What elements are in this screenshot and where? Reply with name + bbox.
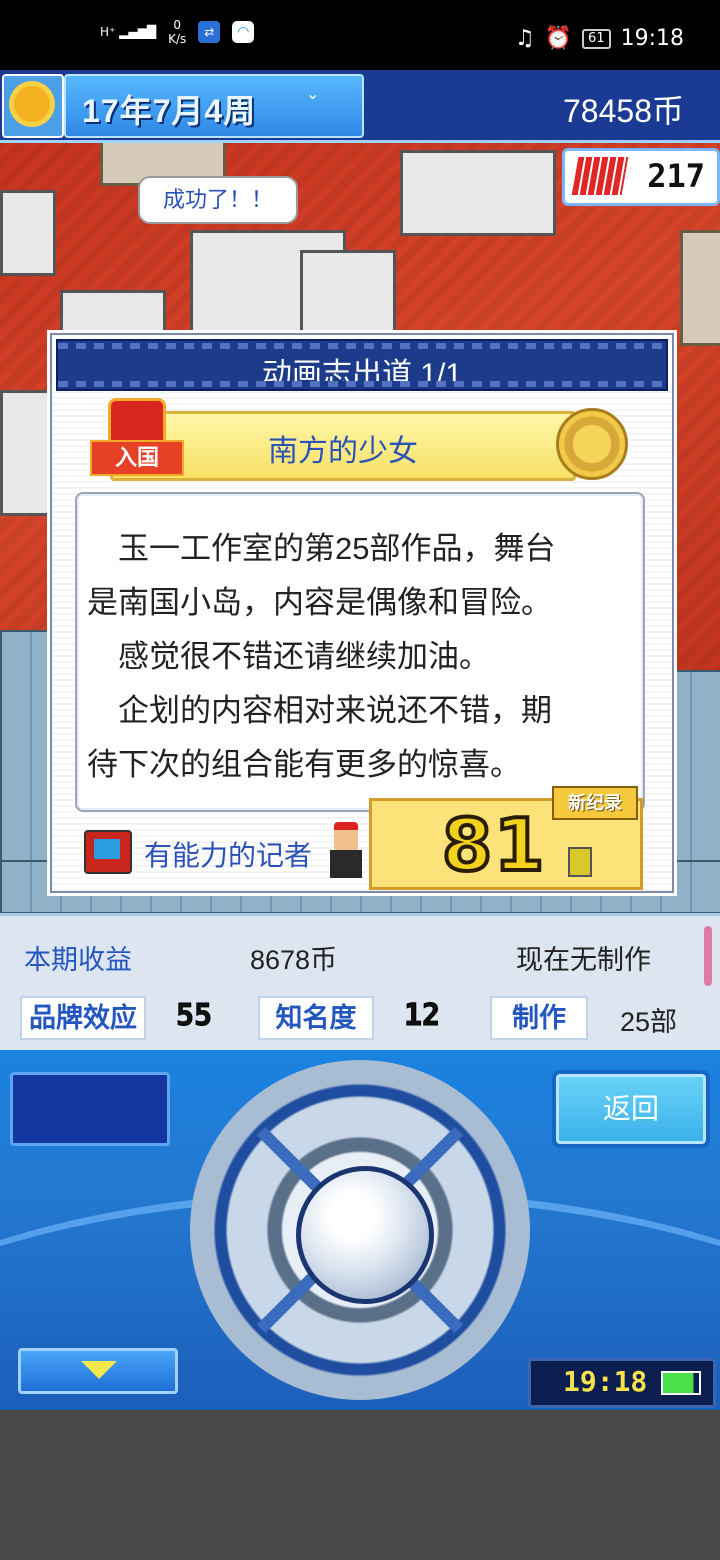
fame-label: 知名度 — [258, 996, 374, 1040]
signal-icon: H⁺ ▂▄▆█ — [100, 25, 157, 39]
dropdown-icon: ⌄ — [306, 84, 320, 103]
top-bar: 17年7月4周 ⌄ 78458币 — [0, 70, 720, 143]
production-status: 现在无制作 — [516, 945, 651, 975]
scrollbar[interactable] — [704, 926, 712, 986]
fans-icon — [571, 157, 629, 195]
info-row-stats: 品牌效应 55 知名度 12 制作 25部 — [0, 996, 720, 1042]
bottom-area — [0, 1410, 720, 1560]
review-line: 企划的内容相对来说还不错，期 — [87, 693, 552, 728]
center-button[interactable] — [296, 1166, 434, 1304]
new-record-badge: 新纪录 — [552, 786, 638, 820]
network-speed-unit: K/s — [168, 32, 187, 46]
battery-icon — [661, 1371, 701, 1395]
office-desk — [0, 190, 56, 276]
speech-bubble: 成功了！！ — [138, 176, 298, 224]
network-speed-value: 0 — [173, 18, 181, 32]
info-row-income: 本期收益 8678币 现在无制作 — [0, 932, 720, 976]
review-text: 玉一工作室的第25部作品，舞台 是南国小岛，内容是偶像和冒险。 感觉很不错还请继… — [87, 522, 635, 792]
critic-name: 有能力的记者 — [144, 840, 313, 871]
medal-icon — [556, 408, 628, 480]
status-bar: H⁺ ▂▄▆█ 0 K/s ⇄ ◠ ♫ ⏰ 61 19:18 — [0, 0, 720, 70]
tv-icon — [84, 830, 132, 874]
score-value: 81 — [440, 801, 547, 889]
income-value: 8678币 — [250, 945, 338, 975]
fans-count: 217 — [647, 157, 705, 195]
review-line: 是南国小岛，内容是偶像和冒险。 — [87, 585, 552, 620]
review-line: 感觉很不错还请继续加油。 — [87, 639, 490, 674]
income-label: 本期收益 — [24, 945, 132, 975]
network-speed: 0 K/s — [168, 18, 186, 46]
bookshelf — [680, 230, 720, 346]
alarm-icon: ⏰ — [544, 26, 573, 51]
date-display[interactable]: 17年7月4周 ⌄ — [64, 74, 364, 138]
critic-info: 有能力的记者 — [84, 826, 344, 878]
money-display: 78458币 — [563, 93, 684, 129]
left-display-panel — [10, 1072, 170, 1146]
brand-value: 55 — [175, 998, 213, 1034]
clock: 19:18 — [620, 26, 684, 51]
battery-icon: 61 — [582, 28, 611, 49]
reporter-character-icon — [320, 820, 370, 880]
review-line: 待下次的组合能有更多的惊喜。 — [87, 747, 521, 782]
fame-value: 12 — [403, 998, 441, 1034]
sunflower-icon[interactable] — [2, 74, 64, 138]
reporter-body — [330, 850, 362, 878]
office-desk — [0, 390, 56, 516]
works-value: 25部 — [620, 1007, 678, 1037]
controller-panel: 返回 19:18 — [0, 1050, 720, 1410]
office-desk — [400, 150, 556, 236]
headphone-icon: ♫ — [514, 26, 535, 51]
review-line: 玉一工作室的第25部作品，舞台 — [87, 531, 556, 566]
reporter-head — [334, 822, 358, 852]
dialog-title: 动画志出道 1/1 — [261, 358, 463, 391]
game-clock: 19:18 — [528, 1358, 716, 1408]
dialog-title-bar: 动画志出道 1/1 — [56, 339, 668, 391]
app-notification-icon-2: ◠ — [232, 21, 255, 43]
game-clock-text: 19:18 — [563, 1365, 648, 1398]
score-up-icon — [568, 847, 592, 877]
down-arrow-button[interactable] — [18, 1348, 178, 1394]
brand-label: 品牌效应 — [20, 996, 146, 1040]
app-notification-icon: ⇄ — [198, 21, 221, 43]
date-text: 17年7月4周 — [82, 93, 257, 129]
info-panel: 本期收益 8678币 现在无制作 品牌效应 55 知名度 12 制作 25部 — [0, 913, 720, 1053]
crown-badge: 入国 — [90, 394, 184, 478]
crown-badge-label: 入国 — [90, 440, 184, 476]
works-label: 制作 — [490, 996, 588, 1040]
review-text-box: 玉一工作室的第25部作品，舞台 是南国小岛，内容是偶像和冒险。 感觉很不错还请继… — [75, 492, 645, 812]
fans-counter[interactable]: 217 — [562, 148, 720, 206]
back-button[interactable]: 返回 — [552, 1070, 710, 1148]
sun-shape — [14, 86, 50, 122]
office-desk — [300, 250, 396, 336]
